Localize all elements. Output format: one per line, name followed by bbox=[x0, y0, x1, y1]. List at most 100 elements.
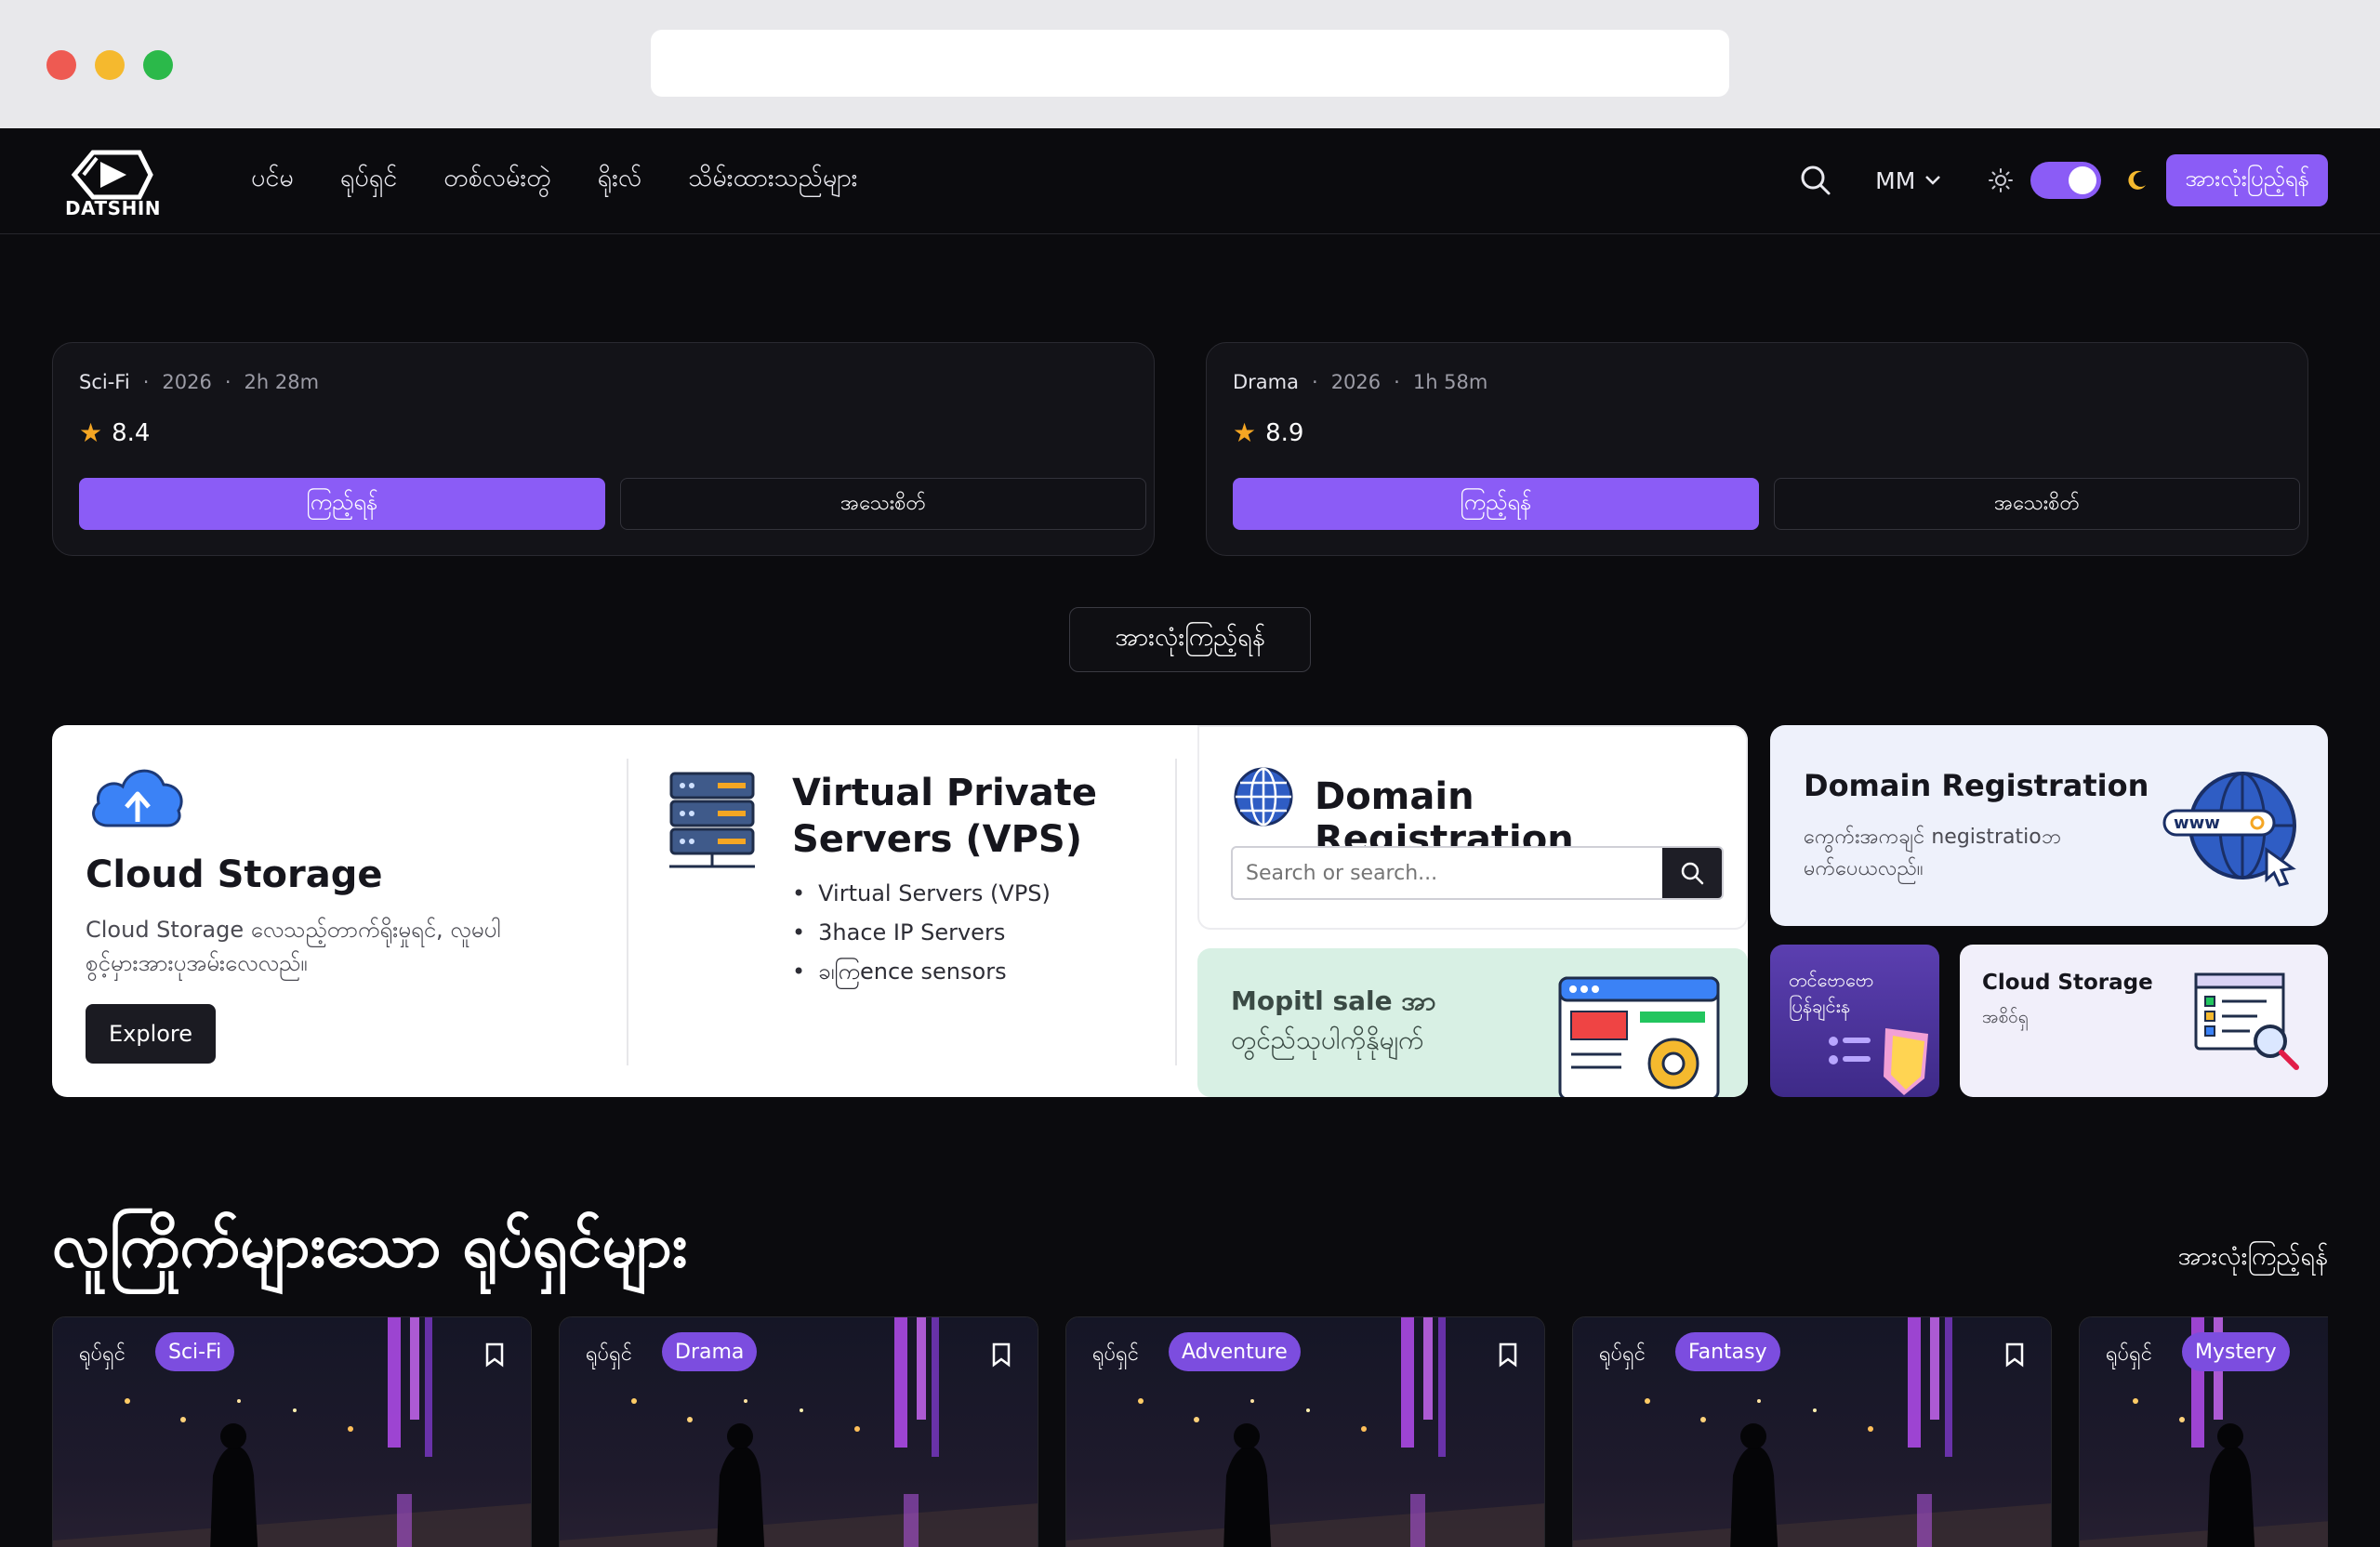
poster-type: ရုပ်ရှင် bbox=[79, 1342, 126, 1366]
watch-all-button[interactable]: အားလုံးပြည့်ရန် bbox=[2166, 154, 2328, 206]
poster-type: ရုပ်ရှင် bbox=[2106, 1342, 2153, 1366]
browser-chrome bbox=[0, 0, 2380, 128]
domain-registration-box: Domain Registration bbox=[1197, 725, 1748, 930]
maximize-window-button[interactable] bbox=[143, 50, 173, 80]
poster-type: ရုပ်ရှင် bbox=[586, 1342, 633, 1366]
logo-text: DATSHIN bbox=[65, 197, 161, 219]
mopit-sale-card[interactable]: Mopitl sale အာ တွင်ည်သုပါကိုနိုမျက် bbox=[1197, 948, 1748, 1097]
document-search-icon bbox=[2194, 972, 2299, 1070]
movie-genre: Sci-Fi bbox=[79, 371, 130, 393]
browser-settings-icon bbox=[1558, 976, 1720, 1097]
list-item: Virtual Servers (VPS) bbox=[792, 874, 1051, 913]
mopit-text: Mopitl sale အာ တွင်ည်သုပါကိုနိုမျက် bbox=[1231, 982, 1510, 1060]
bookmark-icon[interactable] bbox=[1498, 1342, 1518, 1368]
section-view-all-link[interactable]: အားလုံးကြည့်ရန် bbox=[2178, 1240, 2328, 1277]
www-text: www bbox=[2174, 813, 2220, 833]
movie-rating: ★ 8.9 bbox=[1233, 417, 1303, 448]
list-item: ခ၊ကြence sensors bbox=[792, 952, 1051, 991]
cloud-storage-ad[interactable]: Cloud Storage အစိဝ်ရှ bbox=[1960, 945, 2328, 1097]
movie-meta: Drama · 2026 · 1h 58m bbox=[1233, 371, 1488, 393]
cloud-storage-column: Cloud Storage Cloud Storage လေသည့်တာက်ရိ… bbox=[52, 725, 628, 1097]
movie-poster-card[interactable]: ရုပ်ရှင် Fantasy bbox=[1572, 1316, 2052, 1547]
nav-link-home[interactable]: ပင်မ bbox=[251, 162, 294, 199]
explore-button[interactable]: Explore bbox=[86, 1004, 216, 1064]
ad-line: တင်ဗောဗော bbox=[1789, 969, 1874, 991]
search-icon[interactable] bbox=[1797, 162, 1834, 199]
ad-desc: အစိဝ်ရှ bbox=[1982, 1007, 2029, 1027]
mopit-line: Mopitl sale အာ bbox=[1231, 985, 1436, 1016]
bookmark-icon[interactable] bbox=[484, 1342, 505, 1368]
domain-registration-ad[interactable]: Domain Registration ကွေက်းအကချင် negistr… bbox=[1770, 725, 2328, 926]
vps-title: Virtual Private Servers (VPS) bbox=[792, 772, 1097, 861]
ad-banner[interactable]: Cloud Storage Cloud Storage လေသည့်တာက်ရိ… bbox=[52, 725, 1748, 1097]
divider bbox=[627, 759, 628, 1065]
movie-poster-card[interactable]: ရုပ်ရှင် Drama bbox=[559, 1316, 1038, 1547]
rating-value: 8.4 bbox=[112, 418, 151, 447]
movie-genre: Drama bbox=[1233, 371, 1299, 393]
watch-button[interactable]: ကြည့်ရန် bbox=[1233, 478, 1759, 530]
top-nav: DATSHIN ပင်မ ရုပ်ရှင် တစ်လမ်းတွဲ ရိုးလ် … bbox=[0, 128, 2380, 234]
chevron-down-icon bbox=[1925, 176, 1941, 185]
cloud-storage-title: Cloud Storage bbox=[86, 853, 383, 896]
featured-card: Drama · 2026 · 1h 58m ★ 8.9 ကြည့်ရန် အသေးစ… bbox=[1206, 342, 2308, 556]
language-select[interactable]: MM bbox=[1875, 167, 1941, 194]
mopit-line: တွင်ည်သုပါကိုနိုမျက် bbox=[1231, 1025, 1424, 1055]
poster-row: ရုပ်ရှင် Sci-Fi ရုပ်ရှင် Drama ရုပ်ရှင် … bbox=[52, 1316, 2328, 1547]
watch-button[interactable]: ကြည့်ရန် bbox=[79, 478, 605, 530]
genre-tag: Fantasy bbox=[1675, 1332, 1780, 1371]
ad-title: Cloud Storage bbox=[1982, 971, 2153, 995]
movie-poster-card[interactable]: ရုပ်ရှင် Sci-Fi bbox=[52, 1316, 532, 1547]
details-button[interactable]: အသေးစိတ် bbox=[620, 478, 1146, 530]
nav-link-series[interactable]: တစ်လမ်းတွဲ bbox=[443, 162, 550, 199]
nav-link-movies[interactable]: ရုပ်ရှင် bbox=[340, 162, 397, 199]
bookmark-icon[interactable] bbox=[991, 1342, 1012, 1368]
movie-poster-card[interactable]: ရုပ်ရှင် Adventure bbox=[1065, 1316, 1545, 1547]
poster-type: ရုပ်ရှင် bbox=[1092, 1342, 1140, 1366]
movie-poster-card[interactable]: ရုပ်ရှင် Mystery bbox=[2079, 1316, 2328, 1547]
genre-tag: Mystery bbox=[2182, 1332, 2290, 1371]
star-icon: ★ bbox=[1233, 417, 1257, 448]
domain-search-button[interactable] bbox=[1662, 848, 1722, 898]
shield-list-icon bbox=[1829, 1028, 1928, 1095]
domain-search-input[interactable] bbox=[1246, 848, 1655, 898]
cloud-upload-icon bbox=[92, 769, 183, 827]
genre-tag: Adventure bbox=[1169, 1332, 1301, 1371]
toggle-knob bbox=[2069, 166, 2097, 194]
nav-link-saved[interactable]: သိမ်းထားသည်များ bbox=[688, 162, 857, 199]
globe-icon bbox=[1234, 767, 1293, 826]
movie-year: 2026 bbox=[1330, 371, 1382, 393]
cloud-storage-desc: Cloud Storage လေသည့်တာက်ရိုးမှုရင်, လူမပ… bbox=[86, 917, 501, 976]
rating-value: 8.9 bbox=[1265, 418, 1304, 447]
minimize-window-button[interactable] bbox=[95, 50, 125, 80]
genre-tag: Sci-Fi bbox=[155, 1332, 235, 1371]
search-icon bbox=[1681, 862, 1704, 885]
ad-line: ပြန်ချင်းန bbox=[1789, 995, 1851, 1017]
bookmark-icon[interactable] bbox=[2004, 1342, 2025, 1368]
movie-duration: 2h 28m bbox=[244, 371, 320, 393]
moon-icon bbox=[2128, 170, 2147, 190]
section-title: လူကြိုက်များသော ရုပ်ရှင်များ bbox=[52, 1210, 688, 1281]
details-button[interactable]: အသေးစိတ် bbox=[1774, 478, 2300, 530]
movie-year: 2026 bbox=[162, 371, 212, 393]
app: DATSHIN ပင်မ ရုပ်ရှင် တစ်လမ်းတွဲ ရိုးလ် … bbox=[0, 128, 2380, 1547]
ad-desc: ကွေက်းအကချင် negistratioဘ မက်ပေယလည်။ bbox=[1804, 826, 2061, 880]
theme-toggle[interactable] bbox=[2030, 162, 2102, 199]
address-bar[interactable] bbox=[651, 30, 1729, 97]
purple-ad[interactable]: တင်ဗောဗော ပြန်ချင်းန bbox=[1770, 945, 1939, 1097]
ad-text: တင်ဗောဗော ပြန်ချင်းန bbox=[1789, 967, 1874, 1019]
nav-right: MM အားလုံးပြည့်ရန် bbox=[1797, 154, 2328, 206]
divider bbox=[1175, 759, 1177, 1065]
sun-icon bbox=[1989, 168, 2014, 192]
domain-search bbox=[1231, 846, 1724, 900]
nav-link-roles[interactable]: ရိုးလ် bbox=[598, 162, 642, 199]
close-window-button[interactable] bbox=[46, 50, 76, 80]
ad-title: Domain Registration bbox=[1804, 768, 2149, 803]
movie-duration: 1h 58m bbox=[1412, 371, 1488, 393]
movie-meta: Sci-Fi · 2026 · 2h 28m bbox=[79, 371, 320, 393]
nav-links: ပင်မ ရုပ်ရှင် တစ်လမ်းတွဲ ရိုးလ် သိမ်းထား… bbox=[251, 162, 858, 199]
poster-type: ရုပ်ရှင် bbox=[1599, 1342, 1646, 1366]
star-icon: ★ bbox=[79, 417, 103, 448]
view-all-button[interactable]: အားလုံးကြည့်ရန် bbox=[1069, 607, 1311, 672]
server-rack-icon bbox=[669, 772, 755, 868]
movie-rating: ★ 8.4 bbox=[79, 417, 150, 448]
